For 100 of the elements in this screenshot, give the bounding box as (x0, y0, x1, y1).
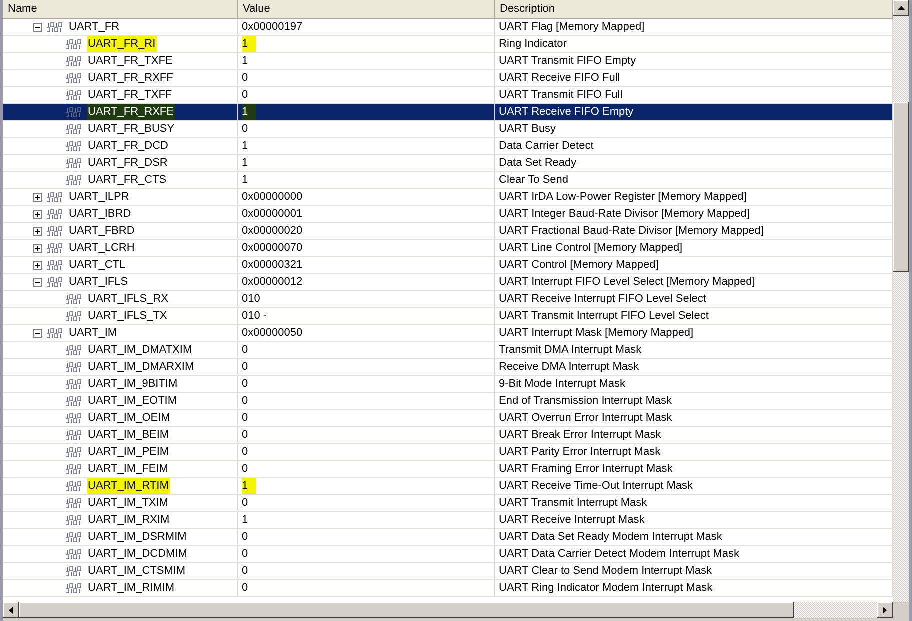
table-row[interactable]: UART_LCRH 0x00000070 UART Line Control [Memory Mapped] (3, 240, 893, 257)
binary-icon (66, 548, 82, 560)
column-header[interactable]: Name (3, 0, 238, 19)
register-name: UART_IM_TXIM (87, 496, 170, 511)
binary-icon (66, 464, 82, 474)
table-row[interactable]: UART_IM_RXIM 1 UART Receive Interrupt Mask (3, 512, 893, 529)
table-row[interactable]: UART_IBRD 0x00000001 UART Integer Baud-Rate Divisor [Memory Mapped] (3, 206, 893, 223)
description-text: UART Flag [Memory Mapped] (499, 20, 645, 35)
table-row[interactable]: UART_IM_9BITIM 0 9-Bit Mode Interrupt Mask (3, 376, 893, 393)
table-row[interactable]: UART_IM 0x00000050 UART Interrupt Mask [Memory Mapped] (3, 325, 893, 342)
expand-toggle[interactable] (33, 192, 42, 202)
binary-icon (66, 310, 82, 322)
value-text: 1 (242, 478, 256, 494)
description-text: UART Data Carrier Detect Modem Interrupt Mask (499, 546, 740, 562)
description-text: UART Clear to Send Modem Interrupt Mask (499, 564, 712, 579)
collapse-toggle[interactable] (33, 328, 42, 338)
binary-icon (66, 56, 82, 66)
table-row[interactable]: UART_FR_RI 1 Ring Indicator (3, 36, 893, 53)
binary-icon (47, 260, 63, 270)
table-row[interactable]: UART_FR 0x00000197 UART Flag [Memory Mapped] (3, 19, 893, 36)
table-row[interactable]: UART_FR_TXFE 1 UART Transmit FIFO Empty (3, 53, 893, 70)
value-text: 0 (242, 376, 250, 392)
collapse-toggle[interactable] (33, 278, 42, 286)
expand-toggle[interactable] (33, 244, 42, 252)
table-row[interactable]: UART_IM_OEIM 0 UART Overrun Error Interrupt Mask (3, 410, 893, 427)
table-row[interactable]: UART_FBRD 0x00000020 UART Fractional Baud-Rate Divisor [Memory Mapped] (3, 223, 893, 240)
register-name: UART_IM_RIMIM (87, 580, 176, 596)
vertical-scrollbar[interactable] (893, 0, 909, 602)
register-name: UART_FBRD (68, 224, 136, 239)
table-row[interactable]: UART_IFLS_RX 010 UART Receive Interrupt FIFO Level Select (3, 291, 893, 308)
table-row[interactable]: UART_IFLS_TX 010 - UART Transmit Interrupt FIFO Level Select (3, 308, 893, 325)
register-name: UART_FR_CTS (87, 172, 168, 188)
description-text: UART Ring Indicator Modem Interrupt Mask (499, 580, 713, 596)
binary-icon (66, 72, 82, 84)
description-text: UART Receive FIFO Full (499, 70, 620, 86)
table-row[interactable]: UART_IFLS 0x00000012 UART Interrupt FIFO Level Select [Memory Mapped] (3, 274, 893, 291)
register-name: UART_IM_9BITIM (87, 376, 179, 392)
table-row[interactable]: UART_IM_RIMIM 0 UART Ring Indicator Modem Interrupt Mask (3, 580, 893, 597)
value-text: 0 (242, 546, 250, 562)
description-text: UART Break Error Interrupt Mask (499, 428, 662, 443)
scroll-left-button[interactable] (3, 602, 19, 618)
description-text: UART Integer Baud-Rate Divisor [Memory Mapped] (499, 206, 750, 222)
binary-icon (66, 430, 82, 440)
description-text: End of Transmission Interrupt Mask (499, 394, 672, 409)
expand-toggle[interactable] (33, 210, 42, 218)
column-header[interactable]: Value (238, 0, 495, 19)
value-text: 0 (242, 88, 250, 103)
table-row[interactable]: UART_IM_RTIM 1 UART Receive Time-Out Interrupt Mask (3, 478, 893, 495)
value-text: 0 (242, 580, 250, 596)
table-row[interactable]: UART_IM_FEIM 0 UART Framing Error Interrupt Mask (3, 461, 893, 478)
column-header[interactable]: Description (495, 0, 893, 19)
table-row[interactable]: UART_FR_RXFE 1 UART Receive FIFO Empty (3, 104, 893, 121)
value-text: 010 (242, 292, 262, 307)
table-row[interactable]: UART_IM_DSRMIM 0 UART Data Set Ready Modem Interrupt Mask (3, 529, 893, 546)
binary-icon (66, 344, 82, 356)
register-name: UART_CTL (68, 258, 127, 273)
register-name: UART_FR_TXFE (87, 54, 174, 69)
expand-toggle[interactable] (33, 260, 42, 270)
scrollbar-thumb[interactable] (893, 102, 909, 272)
table-row[interactable]: UART_FR_BUSY 0 UART Busy (3, 121, 893, 138)
register-name: UART_LCRH (68, 240, 136, 256)
table-row[interactable]: UART_FR_RXFF 0 UART Receive FIFO Full (3, 70, 893, 87)
description-text: UART Receive Time-Out Interrupt Mask (499, 478, 693, 494)
table-row[interactable]: UART_IM_DCDMIM 0 UART Data Carrier Detect Modem Interrupt Mask (3, 546, 893, 563)
table-row[interactable]: UART_ILPR 0x00000000 UART IrDA Low-Power Register [Memory Mapped] (3, 189, 893, 206)
table-row[interactable]: UART_FR_TXFF 0 UART Transmit FIFO Full (3, 87, 893, 104)
table-row[interactable]: UART_IM_CTSMIM 0 UART Clear to Send Modem Interrupt Mask (3, 563, 893, 580)
description-text: Data Carrier Detect (499, 138, 594, 154)
binary-icon (66, 378, 82, 390)
expand-toggle[interactable] (33, 226, 42, 236)
value-text: 0 (242, 462, 250, 477)
table-row[interactable]: UART_FR_DSR 1 Data Set Ready (3, 155, 893, 172)
value-text: 0 (242, 342, 250, 358)
table-row[interactable]: UART_IM_TXIM 0 UART Transmit Interrupt Mask (3, 495, 893, 512)
binary-icon (66, 124, 82, 134)
description-text: UART Transmit FIFO Empty (499, 54, 636, 69)
table-row[interactable]: UART_IM_EOTIM 0 End of Transmission Interrupt Mask (3, 393, 893, 410)
right-arrow-icon (883, 606, 887, 614)
binary-icon (47, 276, 63, 288)
table-row[interactable]: UART_FR_DCD 1 Data Carrier Detect (3, 138, 893, 155)
scroll-right-button[interactable] (877, 602, 893, 618)
register-name: UART_IM_DMARXIM (87, 360, 196, 375)
register-name: UART_IM (68, 326, 118, 341)
table-row[interactable]: UART_IM_DMATXIM 0 Transmit DMA Interrupt Mask (3, 342, 893, 359)
value-text: 1 (242, 36, 256, 52)
table-row[interactable]: UART_CTL 0x00000321 UART Control [Memory Mapped] (3, 257, 893, 274)
register-name: UART_IM_FEIM (87, 462, 170, 477)
table-row[interactable]: UART_FR_CTS 1 Clear To Send (3, 172, 893, 189)
table-row[interactable]: UART_IM_DMARXIM 0 Receive DMA Interrupt Mask (3, 359, 893, 376)
description-text: UART Overrun Error Interrupt Mask (499, 410, 672, 426)
register-name: UART_IFLS_TX (87, 308, 168, 324)
register-name: UART_IM_OEIM (87, 410, 172, 426)
table-row[interactable]: UART_IM_PEIM 0 UART Parity Error Interrupt Mask (3, 444, 893, 461)
scroll-up-button[interactable] (893, 0, 909, 16)
value-text: 0 (242, 410, 250, 426)
register-name: UART_IM_EOTIM (87, 394, 178, 409)
value-text: 1 (242, 172, 250, 188)
value-text: 0x00000197 (242, 20, 304, 35)
table-row[interactable]: UART_IM_BEIM 0 UART Break Error Interrupt Mask (3, 427, 893, 444)
collapse-toggle[interactable] (33, 22, 42, 32)
